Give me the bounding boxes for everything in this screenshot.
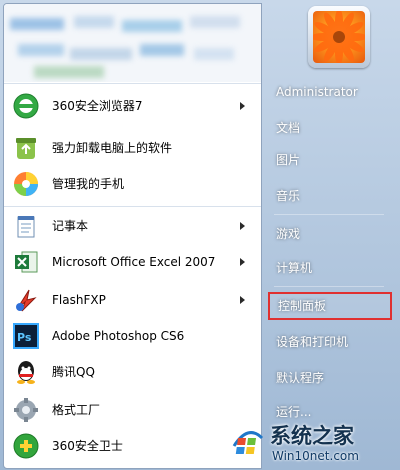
divider [4,206,261,207]
user-avatar-frame[interactable] [308,6,370,68]
notepad-icon [12,212,40,240]
submenu-arrow-icon[interactable] [240,296,245,304]
menu-item-label: Microsoft Office Excel 2007 [52,255,216,269]
360-safeguard-icon [12,432,40,460]
menu-item-qq[interactable]: 腾讯QQ [4,356,261,388]
submenu-arrow-icon[interactable] [240,102,245,110]
places-item-control-panel[interactable]: 控制面板 [268,292,392,320]
menu-item-label: 格式工厂 [52,403,101,417]
avatar [313,11,365,63]
places-item-devices-printers[interactable]: 设备和打印机 [268,328,392,356]
menu-item-label: 管理我的手机 [52,177,125,191]
uninstall-icon [12,134,40,162]
programs-pane: 360安全浏览器7 强力卸载电脑上的软件 管理我的手机 记事本 Microsof… [3,3,262,469]
menu-item-photoshop[interactable]: Ps Adobe Photoshop CS6 [4,320,261,352]
divider [4,83,261,84]
watermark-url: Win10net.com [272,449,359,463]
menu-item-label: 360安全卫士 [52,439,123,453]
menu-item-label: FlashFXP [52,293,106,307]
places-item-music[interactable]: 音乐 [268,182,392,210]
menu-item-label: 记事本 [52,219,89,233]
menu-item-excel[interactable]: Microsoft Office Excel 2007 [4,246,261,278]
flashfxp-icon [12,286,40,314]
places-pane: Administrator 文档 图片 音乐 游戏 计算机 控制面板 设备和打印… [260,0,400,470]
menu-item-label: 强力卸载电脑上的软件 [52,141,173,155]
places-item-pictures[interactable]: 图片 [268,146,392,174]
360-browser-icon [12,92,40,120]
menu-item-flashfxp[interactable]: FlashFXP [4,284,261,316]
watermark-title: 系统之家 [270,424,354,448]
watermark: 系统之家 Win10net.com [222,418,398,468]
places-item-documents[interactable]: 文档 [268,114,392,142]
menu-item-notepad[interactable]: 记事本 [4,210,261,242]
places-item-computer[interactable]: 计算机 [268,254,392,282]
menu-item-label: Adobe Photoshop CS6 [52,329,185,343]
menu-item-360-browser[interactable]: 360安全浏览器7 [4,90,261,122]
windows-logo-icon [230,424,266,460]
format-factory-icon [12,396,40,424]
menu-item-uninstall[interactable]: 强力卸载电脑上的软件 [4,132,261,164]
user-name-link[interactable]: Administrator [268,78,392,106]
divider [274,214,384,215]
svg-text:Ps: Ps [17,331,32,344]
photoshop-icon: Ps [12,322,40,350]
qq-icon [12,358,40,386]
menu-item-label: 360安全浏览器7 [52,99,143,113]
phone-manager-icon [12,170,40,198]
excel-icon [12,248,40,276]
menu-item-phone-manager[interactable]: 管理我的手机 [4,168,261,200]
submenu-arrow-icon[interactable] [240,222,245,230]
submenu-arrow-icon[interactable] [240,258,245,266]
places-item-games[interactable]: 游戏 [268,220,392,248]
places-item-default-programs[interactable]: 默认程序 [268,364,392,392]
start-menu: 360安全浏览器7 强力卸载电脑上的软件 管理我的手机 记事本 Microsof… [0,0,400,470]
menu-item-label: 腾讯QQ [52,365,95,379]
divider [274,286,384,287]
blurred-pinned-area [4,4,261,82]
